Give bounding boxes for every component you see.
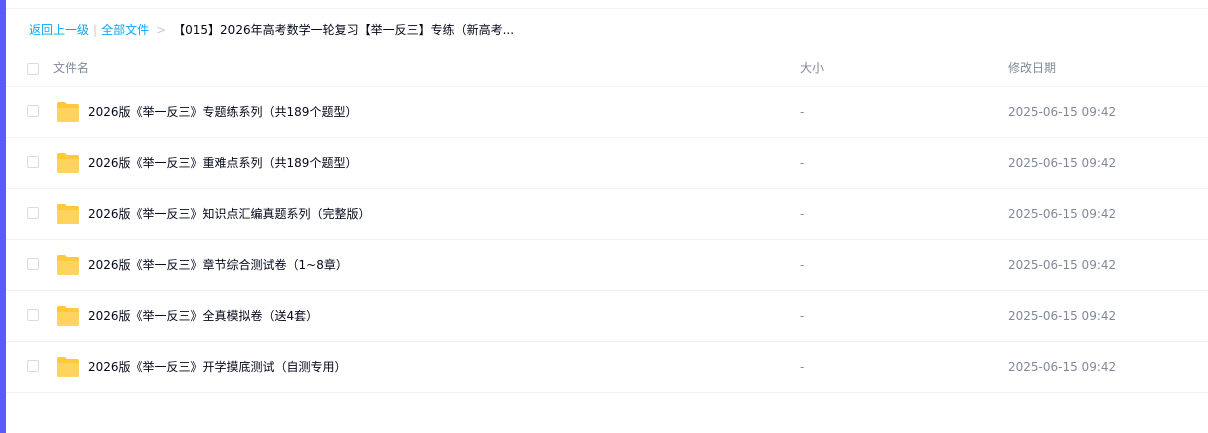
table-row[interactable]: 2026版《举一反三》知识点汇编真题系列（完整版） - 2025-06-15 0… — [6, 189, 1208, 240]
table-row[interactable]: 2026版《举一反三》全真模拟卷（送4套） - 2025-06-15 09:42 — [6, 291, 1208, 342]
file-name[interactable]: 2026版《举一反三》重难点系列（共189个题型） — [88, 155, 357, 171]
file-modified: 2025-06-15 09:42 — [1008, 105, 1117, 119]
file-table: 文件名 大小 修改日期 2026版《举一反三》专题练系列（共189个题型） - … — [6, 50, 1208, 393]
file-modified: 2025-06-15 09:42 — [1008, 360, 1117, 374]
file-size: - — [800, 207, 805, 221]
file-modified: 2025-06-15 09:42 — [1008, 309, 1117, 323]
table-row[interactable]: 2026版《举一反三》章节综合测试卷（1~8章） - 2025-06-15 09… — [6, 240, 1208, 291]
file-size: - — [800, 156, 805, 170]
file-size: - — [800, 309, 805, 323]
breadcrumb-arrow: > — [156, 23, 167, 37]
file-size: - — [800, 360, 805, 374]
file-size: - — [800, 105, 805, 119]
file-name[interactable]: 2026版《举一反三》知识点汇编真题系列（完整版） — [88, 206, 371, 222]
current-folder-title: 【015】2026年高考数学一轮复习【举一反三】专练（新高考... — [173, 23, 515, 37]
folder-icon — [57, 204, 79, 224]
row-checkbox[interactable] — [27, 156, 39, 168]
row-checkbox[interactable] — [27, 207, 39, 219]
header-modified[interactable]: 修改日期 — [1008, 60, 1056, 76]
file-modified: 2025-06-15 09:42 — [1008, 156, 1117, 170]
file-name[interactable]: 2026版《举一反三》章节综合测试卷（1~8章） — [88, 257, 348, 273]
all-files-link[interactable]: 全部文件 — [101, 23, 149, 37]
file-name[interactable]: 2026版《举一反三》全真模拟卷（送4套） — [88, 308, 318, 324]
file-modified: 2025-06-15 09:42 — [1008, 207, 1117, 221]
table-row[interactable]: 2026版《举一反三》开学摸底测试（自测专用） - 2025-06-15 09:… — [6, 342, 1208, 393]
folder-icon — [57, 306, 79, 326]
top-divider — [6, 8, 1208, 9]
folder-icon — [57, 357, 79, 377]
header-size[interactable]: 大小 — [800, 60, 824, 76]
back-link[interactable]: 返回上一级 — [29, 23, 89, 37]
breadcrumb: 返回上一级 | 全部文件 > 【015】2026年高考数学一轮复习【举一反三】专练（新高… — [29, 22, 514, 38]
select-all-checkbox[interactable] — [27, 63, 39, 75]
file-size: - — [800, 258, 805, 272]
row-checkbox[interactable] — [27, 309, 39, 321]
row-checkbox[interactable] — [27, 105, 39, 117]
table-row[interactable]: 2026版《举一反三》专题练系列（共189个题型） - 2025-06-15 0… — [6, 87, 1208, 138]
file-modified: 2025-06-15 09:42 — [1008, 258, 1117, 272]
file-name[interactable]: 2026版《举一反三》开学摸底测试（自测专用） — [88, 359, 347, 375]
table-header: 文件名 大小 修改日期 — [6, 50, 1208, 87]
row-checkbox[interactable] — [27, 360, 39, 372]
table-row[interactable]: 2026版《举一反三》重难点系列（共189个题型） - 2025-06-15 0… — [6, 138, 1208, 189]
row-checkbox[interactable] — [27, 258, 39, 270]
breadcrumb-separator: | — [93, 23, 98, 37]
file-name[interactable]: 2026版《举一反三》专题练系列（共189个题型） — [88, 104, 357, 120]
folder-icon — [57, 102, 79, 122]
header-name[interactable]: 文件名 — [53, 60, 89, 76]
folder-icon — [57, 153, 79, 173]
folder-icon — [57, 255, 79, 275]
